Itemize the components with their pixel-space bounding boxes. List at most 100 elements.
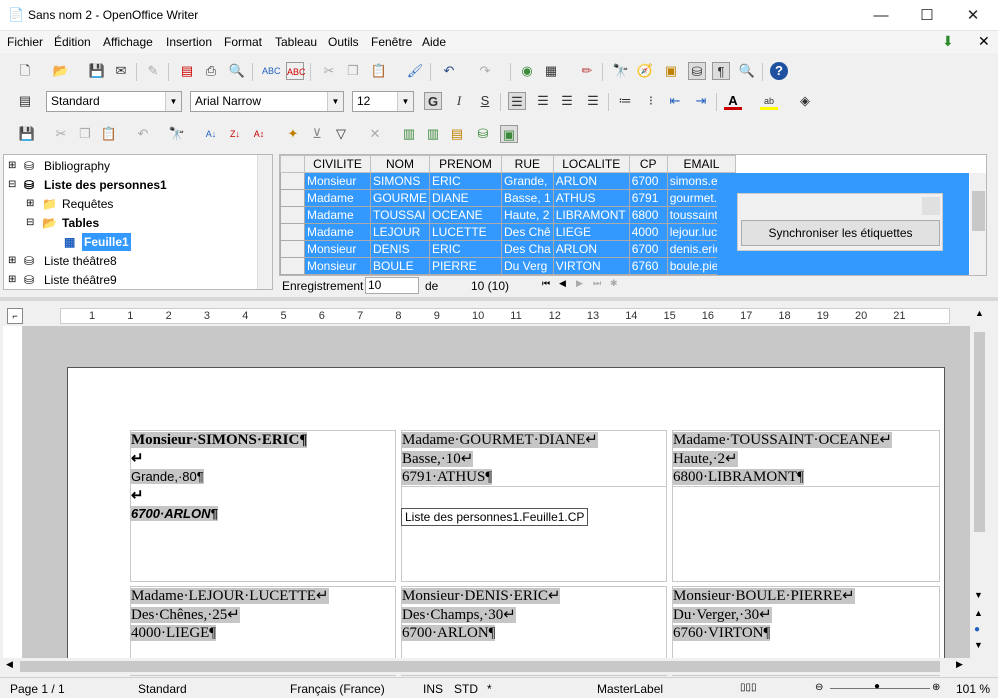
scroll-left-icon[interactable]: ◀: [6, 659, 13, 670]
data-sources-icon[interactable]: ⛁: [688, 62, 706, 80]
menu-fichier[interactable]: Fichier: [7, 35, 43, 49]
previous-page-icon[interactable]: ▲: [974, 608, 983, 618]
decrease-indent-icon[interactable]: ⇤: [666, 92, 684, 110]
bullets-icon[interactable]: ⁝: [642, 92, 660, 110]
navigator-icon[interactable]: 🧭: [636, 62, 654, 80]
col-header[interactable]: EMAIL: [666, 155, 737, 173]
navigation-icon[interactable]: ●: [974, 624, 980, 635]
menu-format[interactable]: Format: [224, 35, 262, 49]
data-to-text-icon[interactable]: ▥: [400, 125, 418, 143]
save-icon[interactable]: 💾: [88, 62, 106, 80]
expand-icon[interactable]: ⊞: [8, 252, 16, 270]
sort-ascending-icon[interactable]: A↓: [202, 125, 220, 143]
label-2[interactable]: Madame·GOURMET·DIANE↵ Basse,·10↵ 6791·AT…: [401, 430, 667, 582]
edit-file-icon[interactable]: ✎: [144, 62, 162, 80]
record-number-field[interactable]: 10: [365, 277, 419, 294]
align-left-icon[interactable]: ☰: [508, 92, 526, 110]
paste-icon[interactable]: 📋: [370, 62, 388, 80]
autofilter-icon[interactable]: ✦: [284, 125, 302, 143]
menu-insertion[interactable]: Insertion: [166, 35, 212, 49]
cut-icon[interactable]: ✂: [320, 62, 338, 80]
export-pdf-icon[interactable]: ▤: [178, 62, 196, 80]
tab-stop-selector[interactable]: ⌐: [7, 308, 23, 324]
expand-icon[interactable]: ⊞: [8, 157, 16, 175]
label-3[interactable]: Madame·TOUSSAINT·OCEANE↵ Haute,·2↵ 6800·…: [672, 430, 940, 582]
scroll-right-icon[interactable]: ▶: [956, 659, 963, 670]
tree-scrollbar[interactable]: [257, 155, 272, 289]
table-row[interactable]: Madame GOURME DIANE Basse, 1 ATHUS 6791 gourme…: [280, 189, 737, 207]
align-right-icon[interactable]: ☰: [558, 92, 576, 110]
remove-filter-icon[interactable]: ✕: [366, 125, 384, 143]
cut-record-icon[interactable]: ✂: [52, 125, 70, 143]
next-record-icon[interactable]: ▶: [576, 278, 583, 289]
sync-labels-button[interactable]: Synchroniser les étiquettes: [741, 220, 940, 246]
menu-outils[interactable]: Outils: [328, 35, 359, 49]
horizontal-ruler[interactable]: 1 1 2 3 4 5 6 7 8 9 10 11 12 13 14 15 16 17 18 19 20 21: [60, 308, 950, 324]
menu-fenetre[interactable]: Fenêtre: [371, 35, 412, 49]
sync-window-close[interactable]: [922, 197, 940, 215]
label-1[interactable]: Monsieur·SIMONS·ERIC¶ ↵ Grande,·80¶ ↵ 67…: [130, 430, 396, 582]
bold-button[interactable]: G: [424, 92, 442, 110]
align-center-icon[interactable]: ☰: [534, 92, 552, 110]
language[interactable]: Français (France): [290, 682, 385, 696]
hyperlink-icon[interactable]: ◉: [518, 62, 536, 80]
page-style[interactable]: Standard: [138, 682, 187, 696]
gallery-icon[interactable]: ▣: [662, 62, 680, 80]
save-record-icon[interactable]: 💾: [18, 125, 36, 143]
font-color-icon[interactable]: A: [724, 92, 742, 110]
table-row[interactable]: Monsieur DENIS ERIC Des Cha ARLON 6700 denis.e…: [280, 240, 737, 258]
splitter[interactable]: [0, 297, 998, 301]
table-row[interactable]: Monsieur SIMONS ERIC Grande, ARLON 6700 simons…: [280, 172, 737, 190]
font-size-select[interactable]: 12 ▼: [352, 91, 414, 112]
data-source-document-icon[interactable]: ⛁: [474, 125, 492, 143]
col-header[interactable]: NOM: [370, 155, 430, 173]
redo-icon[interactable]: ↷: [476, 62, 494, 80]
justify-icon[interactable]: ☰: [584, 92, 602, 110]
last-record-icon[interactable]: ⏭: [593, 278, 601, 289]
help-icon[interactable]: ?: [770, 62, 788, 80]
mail-merge-icon[interactable]: ▤: [448, 125, 466, 143]
first-record-icon[interactable]: ⏮: [542, 278, 550, 289]
undo-icon[interactable]: ↶: [440, 62, 458, 80]
previous-record-icon[interactable]: ◀: [559, 278, 566, 289]
menu-affichage[interactable]: Affichage: [103, 35, 153, 49]
sort-descending-icon[interactable]: Z↓: [226, 125, 244, 143]
selection-mode[interactable]: STD: [454, 682, 478, 696]
autospellcheck-icon[interactable]: ABC: [286, 62, 306, 80]
zoom-level[interactable]: 101 %: [956, 682, 990, 696]
vertical-scrollbar[interactable]: ▲ ▼ ▲ ● ▼: [971, 308, 988, 658]
paragraph-style-select[interactable]: Standard ▼: [46, 91, 182, 112]
paste-record-icon[interactable]: 📋: [100, 125, 118, 143]
insert-mode[interactable]: INS: [423, 682, 443, 696]
data-to-fields-icon[interactable]: ▥: [424, 125, 442, 143]
scroll-up-icon[interactable]: ▲: [975, 308, 984, 318]
minimize-button[interactable]: —: [858, 0, 904, 31]
collapse-icon[interactable]: ⊟: [8, 176, 16, 194]
col-header[interactable]: CP: [628, 155, 668, 173]
table-icon[interactable]: ▦: [542, 62, 560, 80]
table-row[interactable]: Monsieur BOULE PIERRE Du Verg VIRTON 6760 boul…: [280, 257, 737, 275]
scroll-down-icon[interactable]: ▼: [974, 590, 983, 600]
font-name-select[interactable]: Arial Narrow ▼: [190, 91, 344, 112]
copy-record-icon[interactable]: ❐: [76, 125, 94, 143]
explorer-toggle-icon[interactable]: ▣: [500, 125, 518, 143]
format-paintbrush-icon[interactable]: 🖌: [406, 62, 424, 80]
col-header[interactable]: LOCALITE: [552, 155, 630, 173]
menu-tableau[interactable]: Tableau: [275, 35, 317, 49]
col-header[interactable]: CIVILITE: [304, 155, 371, 173]
increase-indent-icon[interactable]: ⇥: [692, 92, 710, 110]
col-header[interactable]: RUE: [501, 155, 554, 173]
collapse-icon[interactable]: ⊟: [26, 214, 34, 232]
background-color-icon[interactable]: ◈: [796, 92, 814, 110]
view-layout-icon[interactable]: ▯▯▯: [740, 682, 757, 693]
shadow-button[interactable]: S: [476, 92, 494, 110]
open-folder-icon[interactable]: 📂: [52, 62, 70, 80]
italic-button[interactable]: I: [450, 92, 468, 110]
grid-scrollbar[interactable]: [970, 173, 986, 275]
hscroll-thumb[interactable]: [20, 661, 940, 672]
menu-edition[interactable]: Édition: [54, 35, 91, 49]
undo-record-icon[interactable]: ↶: [134, 125, 152, 143]
expand-icon[interactable]: ⊞: [26, 195, 34, 213]
apply-filter-icon[interactable]: ⊻: [308, 125, 326, 143]
zoom-out-icon[interactable]: ⊖: [815, 682, 823, 693]
